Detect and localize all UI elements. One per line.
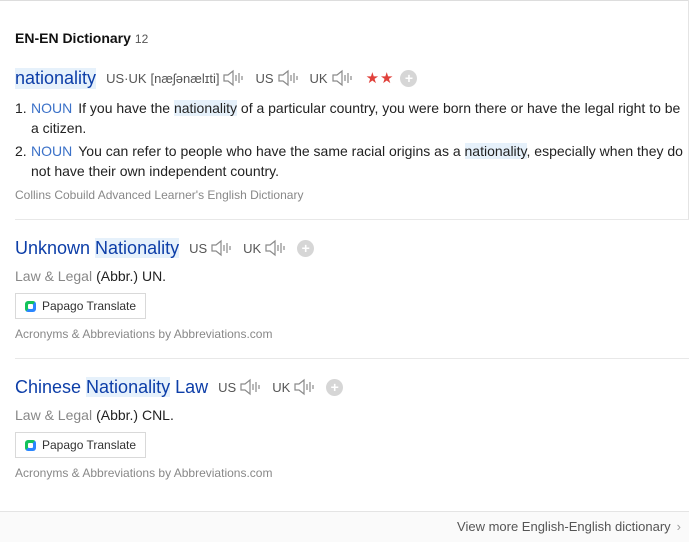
- part-of-speech: NOUN: [31, 143, 73, 159]
- headword-text: Chinese: [15, 376, 87, 397]
- plus-icon[interactable]: +: [297, 239, 315, 257]
- view-more-label: View more English-English dictionary: [457, 519, 671, 534]
- chevron-right-icon: ›: [676, 519, 681, 534]
- speaker-icon[interactable]: [331, 69, 354, 87]
- sense-number: 1.: [15, 100, 27, 116]
- speaker-icon[interactable]: [240, 378, 262, 396]
- speaker-icon[interactable]: [265, 239, 287, 257]
- papago-logo-icon: [25, 439, 36, 451]
- section-count: 12: [134, 32, 149, 46]
- source-label: Acronyms & Abbreviations by Abbreviation…: [15, 327, 273, 341]
- category-line: Law & Legal (Abbr.) UN.: [15, 268, 689, 284]
- sense-item: 2. NOUN You can refer to people who have …: [15, 141, 689, 181]
- papago-label: Papago Translate: [42, 438, 137, 452]
- definition-text: (Abbr.) UN.: [96, 268, 167, 284]
- highlight-term: nationality: [173, 100, 238, 116]
- speaker-icon[interactable]: [223, 69, 245, 87]
- uk-label: UK: [309, 70, 328, 86]
- papago-label: Papago Translate: [42, 299, 137, 313]
- papago-row: Papago Translate: [15, 293, 689, 319]
- entry-unknown-nationality: Unknown Nationality US UK + Law & Legal(…: [15, 236, 689, 341]
- headword-text: Law: [170, 376, 209, 397]
- uk-label: UK: [272, 379, 291, 395]
- section-title: EN-EN Dictionary 12: [15, 30, 148, 46]
- headword-link[interactable]: Chinese Nationality Law: [15, 376, 209, 398]
- plus-icon[interactable]: +: [400, 69, 418, 87]
- sense-text: If you have the: [78, 100, 174, 116]
- sense-number: 2.: [15, 143, 27, 159]
- us-label: US: [255, 70, 274, 86]
- papago-row: Papago Translate: [15, 432, 689, 458]
- speaker-icon[interactable]: [294, 378, 316, 396]
- speaker-icon[interactable]: [211, 239, 233, 257]
- section-title-text: EN-EN Dictionary: [15, 30, 131, 46]
- headword-text: Unknown: [15, 237, 96, 258]
- speaker-icon[interactable]: [277, 69, 300, 87]
- entry-header: Unknown Nationality US UK +: [15, 236, 689, 260]
- sense-text: You can refer to people who have the sam…: [78, 143, 465, 159]
- field-label: Law & Legal: [15, 407, 93, 423]
- headword-link[interactable]: nationality: [15, 67, 97, 89]
- sense-item: 1. NOUN If you have the nationality of a …: [15, 98, 689, 138]
- entry-header: nationality US·UK [næʃənælɪti] US UK ★★ …: [15, 66, 689, 90]
- papago-translate-button[interactable]: Papago Translate: [15, 432, 147, 458]
- top-border: [0, 0, 689, 1]
- entry-chinese-nationality-law: Chinese Nationality Law US UK + Law & Le…: [15, 375, 689, 480]
- divider: [15, 358, 689, 359]
- ipa: [næʃənælɪti]: [150, 70, 220, 86]
- highlight-term: nationality: [464, 143, 527, 159]
- divider: [15, 219, 689, 220]
- part-of-speech: NOUN: [31, 100, 73, 116]
- sense-body: NOUN You can refer to people who have the…: [31, 141, 689, 181]
- entry-nationality: nationality US·UK [næʃənælɪti] US UK ★★ …: [15, 66, 689, 202]
- headword-highlight: Nationality: [95, 237, 180, 258]
- sense-body: NOUN If you have the nationality of a par…: [31, 98, 689, 138]
- view-more-link[interactable]: View more English-English dictionary ›: [457, 519, 681, 534]
- field-label: Law & Legal: [15, 268, 93, 284]
- headword-link[interactable]: Unknown Nationality: [15, 237, 180, 259]
- category-line: Law & Legal (Abbr.) CNL.: [15, 407, 689, 423]
- uk-label: UK: [243, 240, 262, 256]
- headword-highlight: Nationality: [86, 376, 171, 397]
- pron-us-uk-label: US·UK: [106, 70, 147, 86]
- definition-text: (Abbr.) CNL.: [96, 407, 174, 423]
- source-label: Acronyms & Abbreviations by Abbreviation…: [15, 466, 273, 480]
- us-label: US: [218, 379, 237, 395]
- papago-translate-button[interactable]: Papago Translate: [15, 293, 147, 319]
- source-label: Collins Cobuild Advanced Learner's Engli…: [15, 188, 304, 202]
- senses-list: 1. NOUN If you have the nationality of a …: [15, 98, 689, 181]
- star-rating: ★★: [365, 70, 395, 87]
- entry-header: Chinese Nationality Law US UK +: [15, 375, 689, 399]
- papago-logo-icon: [25, 300, 36, 312]
- plus-icon[interactable]: +: [326, 378, 344, 396]
- us-label: US: [189, 240, 208, 256]
- footer-bar: View more English-English dictionary ›: [0, 511, 689, 542]
